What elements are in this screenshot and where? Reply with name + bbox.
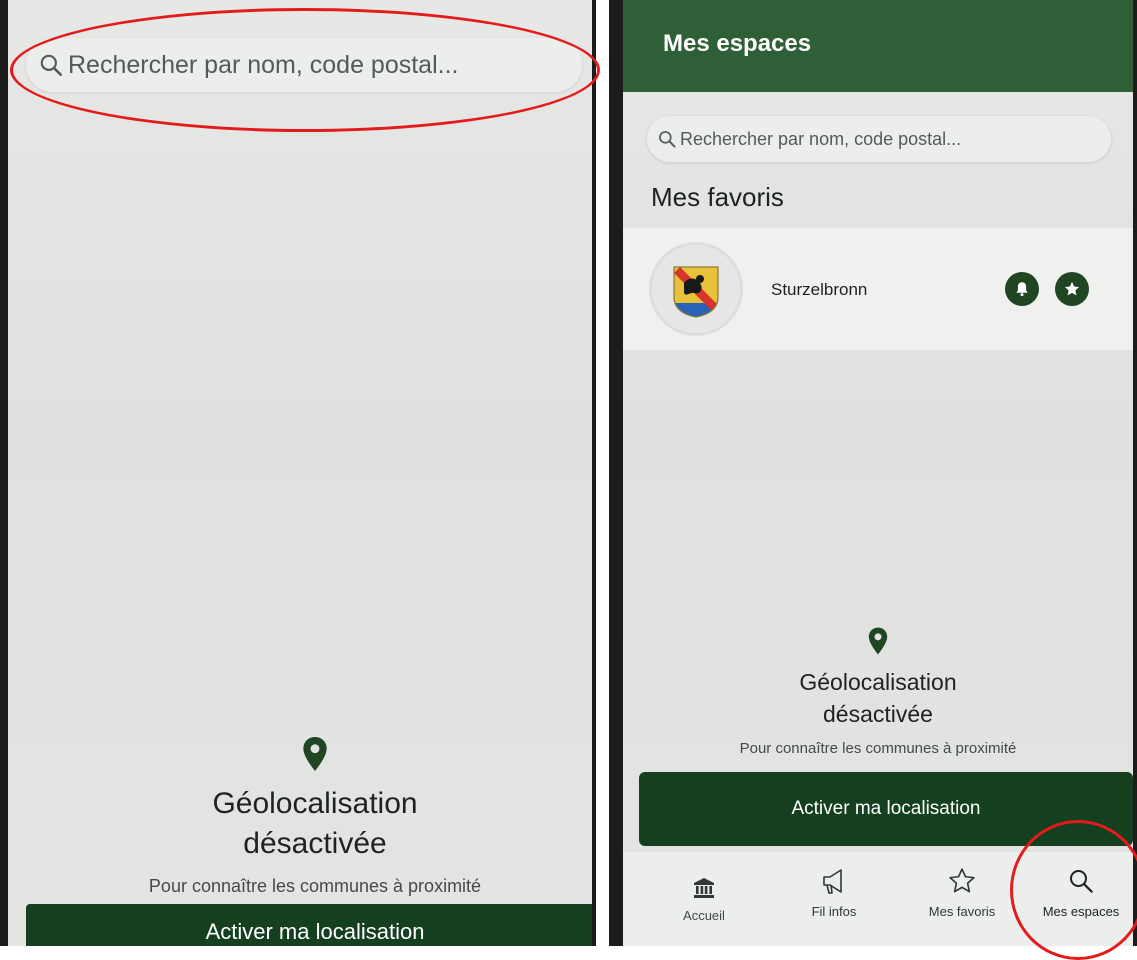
geolocation-subtitle: Pour connaître les communes à proximité xyxy=(739,740,1017,757)
commune-name: Sturzelbronn xyxy=(771,280,868,299)
nav-item-fil-infos[interactable]: Fil infos xyxy=(779,852,889,946)
star-outline-icon xyxy=(949,868,975,893)
geolocation-disabled-notice: Géolocalisation désactivée Pour connaîtr… xyxy=(623,626,1133,757)
search-icon xyxy=(659,131,676,148)
right-screen: Mes espaces Rechercher par nom, code pos… xyxy=(623,0,1133,946)
bank-icon xyxy=(694,878,714,898)
left-phone-photo: Rechercher par nom, code postal... Géolo… xyxy=(0,0,596,946)
coat-of-arms-icon xyxy=(673,266,719,318)
bell-icon xyxy=(1016,282,1028,297)
notification-button[interactable] xyxy=(1005,272,1039,306)
activate-location-button[interactable]: Activer ma localisation xyxy=(26,904,592,946)
page-title: Mes espaces xyxy=(663,30,812,57)
annotation-circle-search xyxy=(10,8,600,132)
search-placeholder: Rechercher par nom, code postal... xyxy=(680,128,962,149)
commune-avatar xyxy=(649,242,743,336)
location-pin-icon xyxy=(868,627,888,655)
geolocation-subtitle: Pour connaître les communes à proximité xyxy=(148,876,482,896)
favorites-heading: Mes favoris xyxy=(651,182,784,212)
favorite-toggle-button[interactable] xyxy=(1055,272,1089,306)
favorite-item[interactable]: Sturzelbronn xyxy=(623,228,1133,350)
nav-item-accueil[interactable]: Accueil xyxy=(659,852,749,946)
nav-label: Mes favoris xyxy=(928,904,996,919)
app-header: Mes espaces xyxy=(623,0,1133,92)
nav-label: Fil infos xyxy=(811,904,857,919)
right-phone-photo: Mes espaces Rechercher par nom, code pos… xyxy=(609,0,1137,946)
geolocation-title: Géolocalisation désactivée xyxy=(799,669,957,727)
nav-item-mes-favoris[interactable]: Mes favoris xyxy=(907,852,1017,946)
annotation-circle-nav xyxy=(1010,820,1137,960)
search-bar[interactable]: Rechercher par nom, code postal... xyxy=(647,116,1111,162)
geolocation-title: Géolocalisation désactivée xyxy=(212,787,418,860)
star-icon xyxy=(1064,281,1080,296)
nav-label: Accueil xyxy=(683,908,725,923)
megaphone-icon xyxy=(823,869,842,894)
geolocation-disabled-notice: Géolocalisation désactivée Pour connaîtr… xyxy=(26,736,592,897)
left-screen: Rechercher par nom, code postal... Géolo… xyxy=(8,0,592,946)
location-pin-icon xyxy=(303,737,327,771)
